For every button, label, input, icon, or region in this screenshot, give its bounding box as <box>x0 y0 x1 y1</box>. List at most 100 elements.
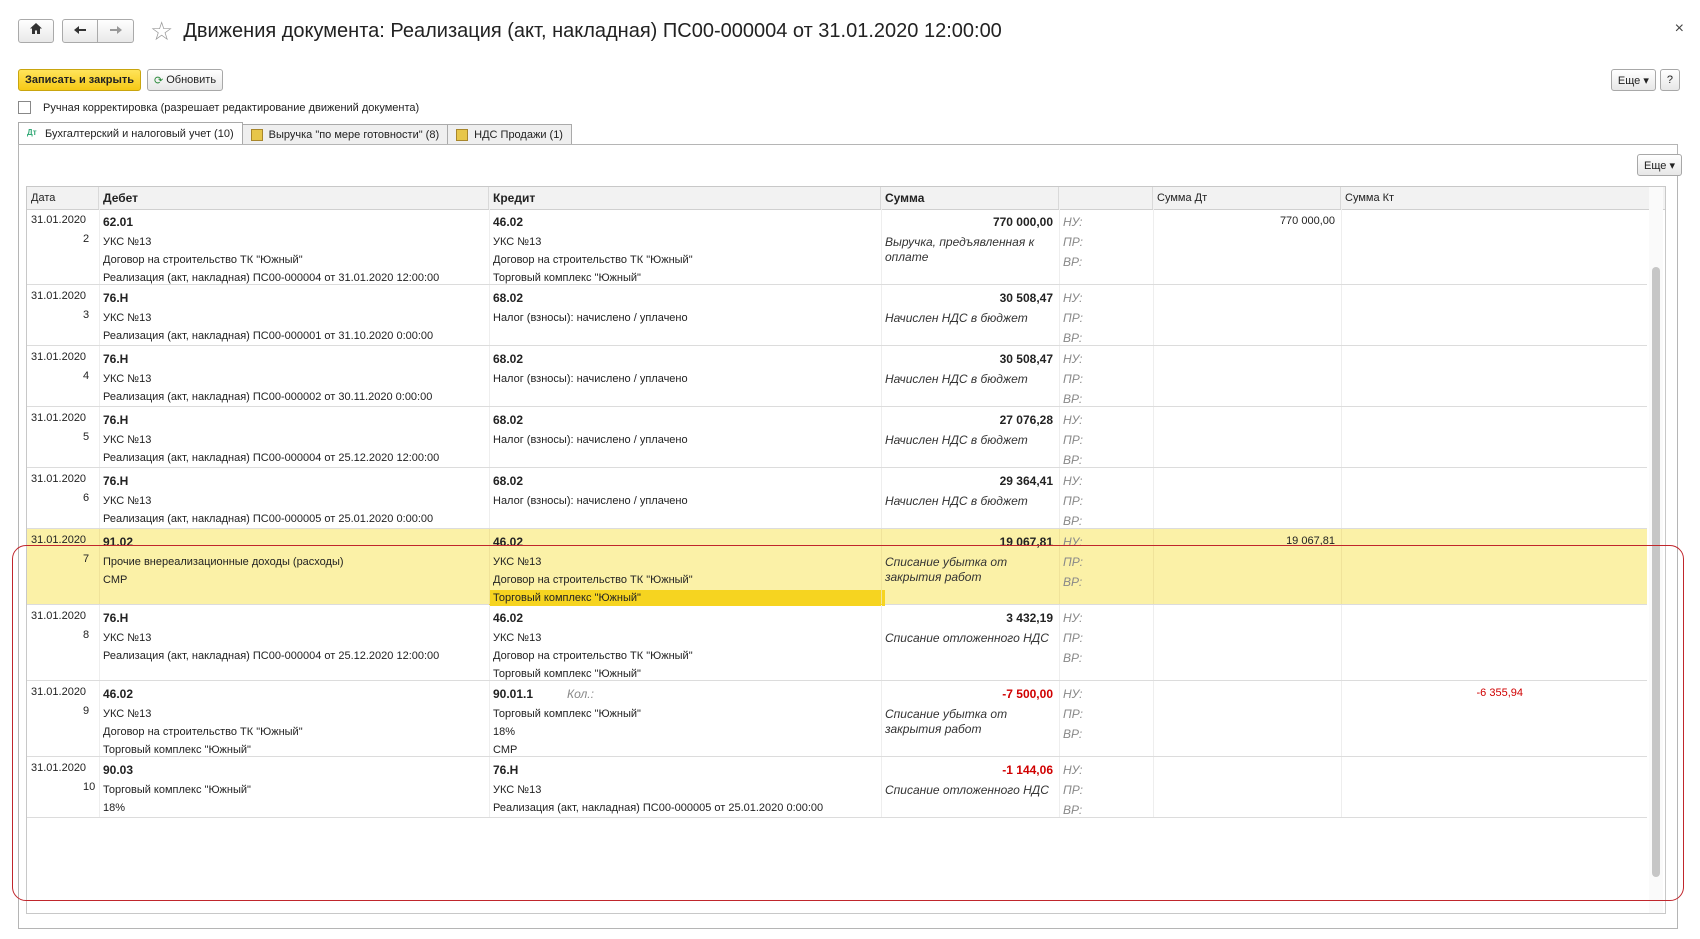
credit-subconto-2: Договор на строительство ТК "Южный" <box>493 574 693 586</box>
col-date[interactable]: Дата <box>27 187 99 209</box>
vertical-scrollbar[interactable] <box>1649 187 1663 913</box>
credit-subconto-1: Торговый комплекс "Южный" <box>493 708 641 720</box>
refresh-button[interactable]: ⟳ Обновить <box>147 69 224 91</box>
history-nav <box>62 19 134 43</box>
more-button[interactable]: Еще ▾ <box>1610 69 1656 91</box>
favorite-star-icon[interactable]: ☆ <box>150 18 173 44</box>
register-icon <box>250 128 263 141</box>
debit-subconto-3: Реализация (акт, накладная) ПС00-000004 … <box>103 272 440 284</box>
manual-correction-checkbox[interactable] <box>18 101 31 114</box>
table-row[interactable]: 31.01.2020 10 90.03 Торговый комплекс "Южны… <box>27 757 1647 818</box>
column-divider <box>1153 209 1154 284</box>
tax-label-pr: ПР: <box>1063 433 1083 447</box>
home-button[interactable] <box>18 19 54 43</box>
credit-subconto-1: УКС №13 <box>493 236 542 248</box>
col-nu[interactable] <box>1059 187 1153 209</box>
home-icon <box>29 22 43 40</box>
row-content: Списание убытка от закрытия работ <box>885 555 1008 584</box>
form-right-buttons: Еще ▾ ? <box>1610 69 1680 91</box>
table-row[interactable]: 31.01.2020 4 76.Н УКС №13 Реализация (акт, н… <box>27 346 1647 407</box>
row-sum-dt: 770 000,00 <box>1279 215 1335 227</box>
column-divider <box>1153 681 1154 756</box>
col-sum[interactable]: Сумма <box>881 187 1059 209</box>
column-divider <box>881 468 882 528</box>
column-divider <box>881 605 882 680</box>
close-icon[interactable]: × <box>1675 20 1684 38</box>
row-sum: -7 500,00 <box>1002 687 1053 701</box>
column-divider <box>1153 605 1154 680</box>
page-title: Движения документа: Реализация (акт, нак… <box>183 19 1002 42</box>
tab-accounting[interactable]: Дт Бухгалтерский и налоговый учет (10) <box>18 122 243 144</box>
row-number: 6 <box>83 492 90 504</box>
column-divider <box>1059 681 1060 756</box>
column-divider <box>1153 407 1154 467</box>
table-row[interactable]: 31.01.2020 8 76.Н УКС №13 Реализация (акт, н… <box>27 605 1647 681</box>
column-divider <box>1153 529 1154 604</box>
table-row[interactable]: 31.01.2020 6 76.Н УКС №13 Реализация (акт, н… <box>27 468 1647 529</box>
window-header: ☆ Движения документа: Реализация (акт, н… <box>18 18 1002 44</box>
row-number: 10 <box>83 781 96 793</box>
credit-subconto-1: Налог (взносы): начислено / уплачено <box>493 495 688 507</box>
table-row[interactable]: 31.01.2020 5 76.Н УКС №13 Реализация (акт, н… <box>27 407 1647 468</box>
row-sum-dt: 19 067,81 <box>1286 535 1335 547</box>
col-debit[interactable]: Дебет <box>99 187 489 209</box>
column-divider <box>1341 757 1342 817</box>
arrow-left-icon <box>73 22 87 40</box>
row-number: 4 <box>83 370 90 382</box>
tab-label: Выручка "по мере готовности" (8) <box>268 128 440 141</box>
tab-revenue[interactable]: Выручка "по мере готовности" (8) <box>241 124 449 144</box>
table-more-button[interactable]: Еще ▾ <box>1637 154 1682 176</box>
column-divider <box>489 346 490 406</box>
tax-label-nu: НУ: <box>1063 763 1083 777</box>
table-header: Дата Дебет Кредит Сумма Сумма Дт Сумма К… <box>27 187 1665 210</box>
scrollbar-thumb[interactable] <box>1652 267 1660 877</box>
tax-label-vr: ВР: <box>1063 331 1083 345</box>
save-and-close-button[interactable]: Записать и закрыть <box>18 69 142 91</box>
table-row[interactable]: 31.01.2020 7 91.02 Прочие внереализационные… <box>27 529 1647 606</box>
debit-account: 76.Н <box>103 413 129 427</box>
credit-account: 46.02 <box>493 215 524 229</box>
tax-label-pr: ПР: <box>1063 707 1083 721</box>
col-credit[interactable]: Кредит <box>489 187 881 209</box>
refresh-label: Обновить <box>166 74 217 86</box>
debit-account: 46.02 <box>103 687 134 701</box>
tax-label-pr: ПР: <box>1063 783 1083 797</box>
row-sum: 3 432,19 <box>1006 611 1053 625</box>
column-divider <box>881 285 882 345</box>
debit-subconto-2: Реализация (акт, накладная) ПС00-000004 … <box>103 650 440 662</box>
row-sum: 30 508,47 <box>999 291 1053 305</box>
tax-label-vr: ВР: <box>1063 453 1083 467</box>
back-button[interactable] <box>62 19 98 43</box>
row-sum: 30 508,47 <box>999 352 1053 366</box>
command-bar: Записать и закрыть ⟳ Обновить <box>18 69 224 91</box>
credit-subconto-1: Налог (взносы): начислено / уплачено <box>493 312 688 324</box>
column-divider <box>489 285 490 345</box>
tab-vat-sales[interactable]: НДС Продажи (1) <box>447 124 572 144</box>
row-date: 31.01.2020 <box>31 412 87 424</box>
column-divider <box>1059 285 1060 345</box>
help-button[interactable]: ? <box>1659 69 1680 91</box>
column-divider <box>881 529 882 604</box>
column-divider <box>489 529 490 604</box>
col-sum-dt[interactable]: Сумма Дт <box>1153 187 1341 209</box>
table-row[interactable]: 31.01.2020 9 46.02 УКС №13 Договор на строит… <box>27 681 1647 757</box>
column-divider <box>99 468 100 528</box>
row-content: Списание отложенного НДС <box>885 631 1049 645</box>
row-date: 31.01.2020 <box>31 610 87 622</box>
column-divider <box>1341 209 1342 284</box>
column-divider <box>1153 346 1154 406</box>
credit-subconto-2: Договор на строительство ТК "Южный" <box>493 254 693 266</box>
credit-account: 76.Н <box>493 763 519 777</box>
quantity-label: Кол.: <box>567 687 594 701</box>
credit-subconto-1: Налог (взносы): начислено / уплачено <box>493 373 688 385</box>
row-content: Начислен НДС в бюджет <box>885 311 1028 325</box>
row-number: 8 <box>83 629 90 641</box>
column-divider <box>1153 468 1154 528</box>
table-row[interactable]: 31.01.2020 2 62.01 УКС №13 Договор на строит… <box>27 209 1647 285</box>
forward-button[interactable] <box>98 19 134 43</box>
tax-label-vr: ВР: <box>1063 392 1083 406</box>
tax-label-nu: НУ: <box>1063 413 1083 427</box>
table-row[interactable]: 31.01.2020 3 76.Н УКС №13 Реализация (акт, н… <box>27 285 1647 346</box>
credit-account: 46.02 <box>493 611 524 625</box>
col-sum-kt[interactable]: Сумма Кт <box>1341 187 1651 209</box>
